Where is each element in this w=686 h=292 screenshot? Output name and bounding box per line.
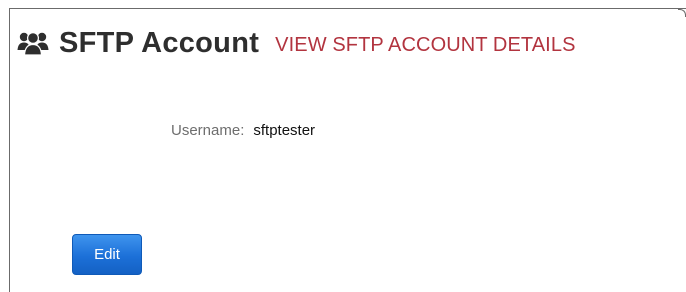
panel-corner (678, 9, 686, 17)
username-label: Username: (171, 122, 245, 139)
users-icon (17, 30, 49, 56)
page-subtitle: VIEW SFTP ACCOUNT DETAILS (275, 33, 576, 56)
username-row: Username: sftptester (171, 122, 315, 139)
username-value: sftptester (253, 122, 316, 139)
page-title: SFTP Account (59, 26, 260, 59)
edit-button[interactable]: Edit (72, 234, 142, 275)
page-header: SFTP Account VIEW SFTP ACCOUNT DETAILS (17, 25, 576, 61)
